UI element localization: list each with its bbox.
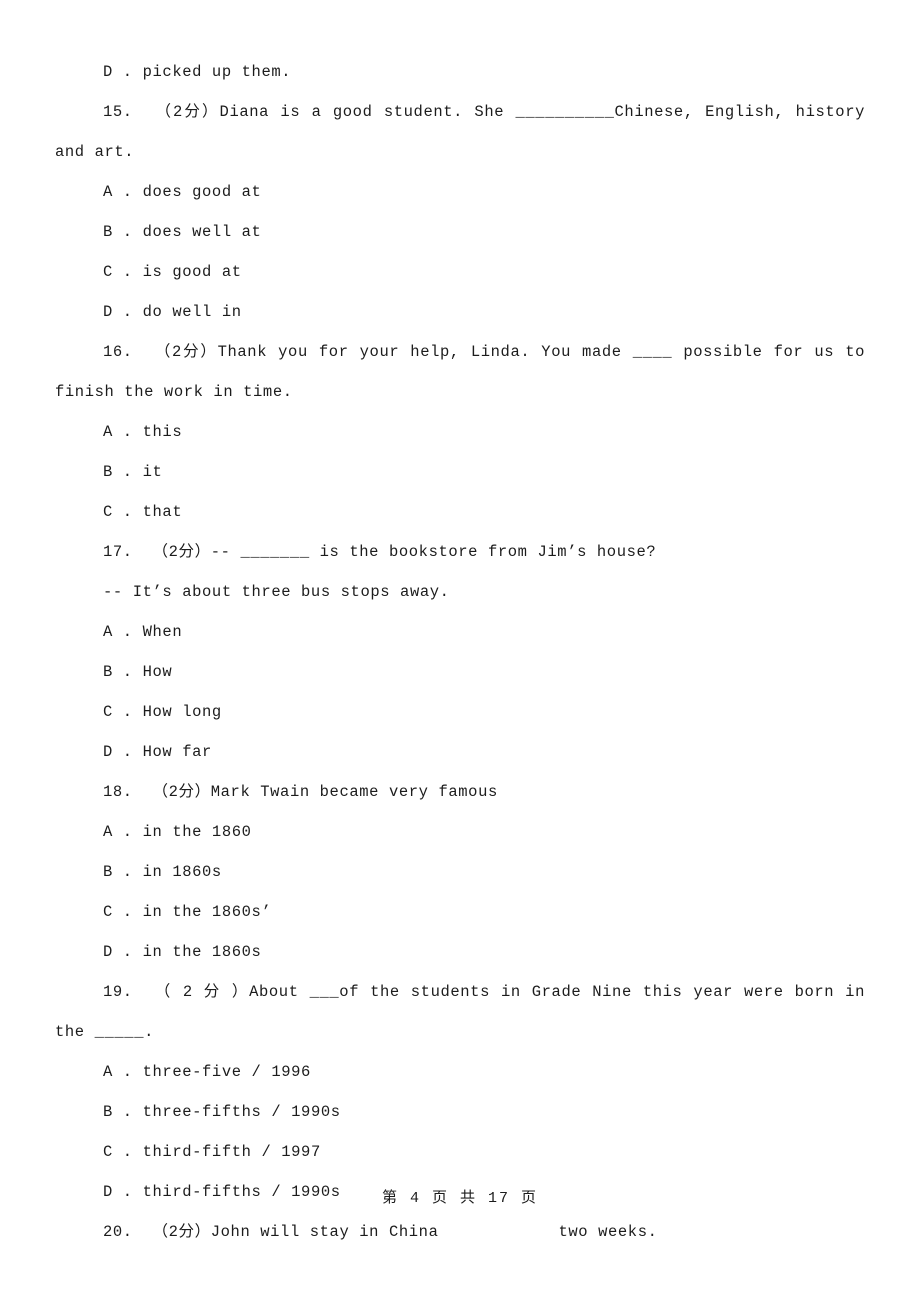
option-text: three-five / 1996 <box>142 1063 311 1081</box>
question-text: -- _______ is the bookstore from Jim’s h… <box>210 543 657 561</box>
option-key: A . <box>103 823 133 841</box>
option-text: When <box>142 623 183 641</box>
list-item: A . this <box>55 412 865 452</box>
list-item: B . it <box>55 452 865 492</box>
question-points: （2分） <box>152 783 211 801</box>
question-stem: 17. （2分）-- _______ is the bookstore from… <box>55 532 865 572</box>
question-points: （2分） <box>152 543 211 561</box>
option-key: D . <box>103 303 133 321</box>
list-item: A . in the 1860 <box>55 812 865 852</box>
option-key: B . <box>103 663 133 681</box>
document-page: D . picked up them. 15. （2分）Diana is a g… <box>0 0 920 1302</box>
option-key: A . <box>103 623 133 641</box>
question-number: 15. <box>103 103 133 121</box>
list-item: B . three-fifths / 1990s <box>55 1092 865 1132</box>
option-key: A . <box>103 423 133 441</box>
option-text: in 1860s <box>142 863 222 881</box>
question-number: 18. <box>103 783 133 801</box>
question-stem: 16. （2分）Thank you for your help, Linda. … <box>55 332 865 412</box>
option-text: this <box>142 423 183 441</box>
list-item: C . that <box>55 492 865 532</box>
option-key: C . <box>103 1143 133 1161</box>
option-key: D . <box>103 743 133 761</box>
option-key: C . <box>103 703 133 721</box>
option-key: B . <box>103 1103 133 1121</box>
option-key: C . <box>103 903 133 921</box>
option-key: D . <box>103 943 133 961</box>
option-text: third-fifth / 1997 <box>142 1143 321 1161</box>
question-number: 16. <box>103 343 133 361</box>
page-content: D . picked up them. 15. （2分）Diana is a g… <box>55 52 865 1252</box>
option-text: How far <box>142 743 212 761</box>
list-item: C . third-fifth / 1997 <box>55 1132 865 1172</box>
list-item: B . How <box>55 652 865 692</box>
question-points: （2分） <box>154 343 218 361</box>
option-key: A . <box>103 1063 133 1081</box>
list-item: B . does well at <box>55 212 865 252</box>
list-item: C . is good at <box>55 252 865 292</box>
list-item: A . three-five / 1996 <box>55 1052 865 1092</box>
question-points: （2分） <box>152 1223 211 1241</box>
question-number: 20. <box>103 1223 133 1241</box>
question-text-after-blank: two weeks. <box>558 1223 658 1241</box>
option-text: How long <box>142 703 222 721</box>
option-text: picked up them. <box>142 63 292 81</box>
option-text: How <box>142 663 173 681</box>
question-points: （ 2 分 ） <box>154 983 250 1001</box>
question-number: 17. <box>103 543 133 561</box>
list-item: A . When <box>55 612 865 652</box>
list-item: D . in the 1860s <box>55 932 865 972</box>
question-stem: 18. （2分）Mark Twain became very famous <box>55 772 865 812</box>
list-item: C . in the 1860s’ <box>55 892 865 932</box>
list-item: C . How long <box>55 692 865 732</box>
question-stem: 15. （2分）Diana is a good student. She ___… <box>55 92 865 172</box>
option-key: A . <box>103 183 133 201</box>
option-text: it <box>142 463 163 481</box>
option-key: D . <box>103 63 133 81</box>
option-text: in the 1860 <box>142 823 252 841</box>
option-text: does well at <box>142 223 262 241</box>
option-text: in the 1860s’ <box>142 903 272 921</box>
option-text: do well in <box>142 303 242 321</box>
option-text: in the 1860s <box>142 943 262 961</box>
option-text: does good at <box>142 183 262 201</box>
list-item: D . do well in <box>55 292 865 332</box>
option-text: three-fifths / 1990s <box>142 1103 341 1121</box>
question-text: John will stay in China <box>210 1223 439 1241</box>
option-key: C . <box>103 263 133 281</box>
option-key: B . <box>103 863 133 881</box>
list-item: B . in 1860s <box>55 852 865 892</box>
list-item: D . picked up them. <box>55 52 865 92</box>
option-key: B . <box>103 223 133 241</box>
page-footer: 第 4 页 共 17 页 <box>381 1190 538 1207</box>
option-key: C . <box>103 503 133 521</box>
question-number: 19. <box>103 983 133 1001</box>
option-text: is good at <box>142 263 242 281</box>
question-points: （2分） <box>155 103 220 121</box>
question-continuation: -- It’s about three bus stops away. <box>103 583 450 601</box>
question-text: Mark Twain became very famous <box>210 783 498 801</box>
option-key: B . <box>103 463 133 481</box>
question-stem: 19. （ 2 分 ）About ___of the students in G… <box>55 972 865 1052</box>
option-text: that <box>142 503 183 521</box>
question-stem: 20. （2分）John will stay in China two weeks… <box>55 1212 865 1252</box>
list-item: A . does good at <box>55 172 865 212</box>
list-item: D . How far <box>55 732 865 772</box>
